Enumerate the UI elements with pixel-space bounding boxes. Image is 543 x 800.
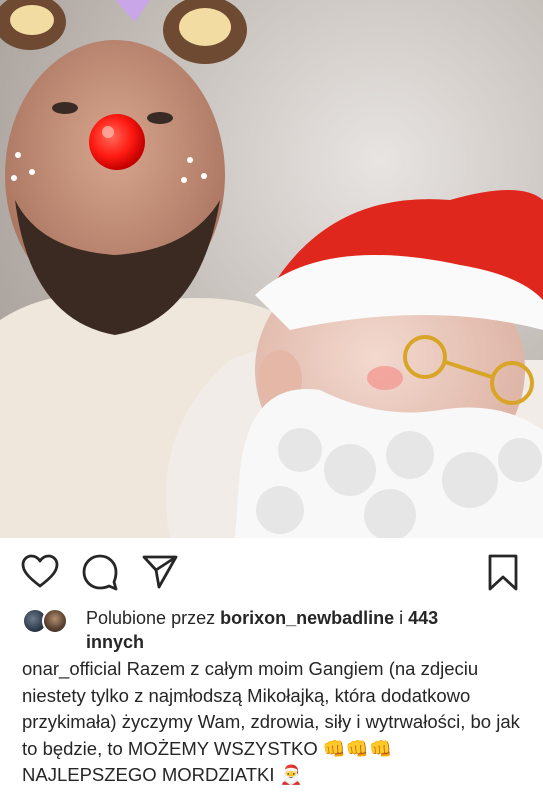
liker-avatars[interactable] [22,608,74,636]
likes-row: Polubione przez borixon_newbadline i 443… [22,606,527,654]
likes-prefix: Polubione przez [86,608,221,628]
caption-author-username[interactable]: onar_official [22,658,121,679]
avatar [42,608,68,634]
paper-plane-icon[interactable] [140,552,180,592]
heart-icon[interactable] [20,552,60,592]
liker-username[interactable]: borixon_newbadline [220,608,394,628]
likes-middle: i [394,608,409,628]
likes-count[interactable]: 443 [408,608,438,628]
paper-plane-icon-glyph [142,555,178,589]
post-photo-illustration [0,0,543,538]
comment-icon-glyph [82,554,118,591]
bookmark-icon[interactable] [483,552,523,592]
comment-icon[interactable] [80,552,120,592]
likes-summary[interactable]: Polubione przez borixon_newbadline i 443… [86,606,526,654]
post-caption: onar_official Razem z całym moim Gangiem… [22,656,527,789]
bookmark-icon-glyph [488,554,518,591]
likes-suffix[interactable]: innych [86,632,144,652]
post-action-bar [0,544,543,600]
post-photo[interactable] [0,0,543,538]
heart-icon-glyph [21,554,59,588]
